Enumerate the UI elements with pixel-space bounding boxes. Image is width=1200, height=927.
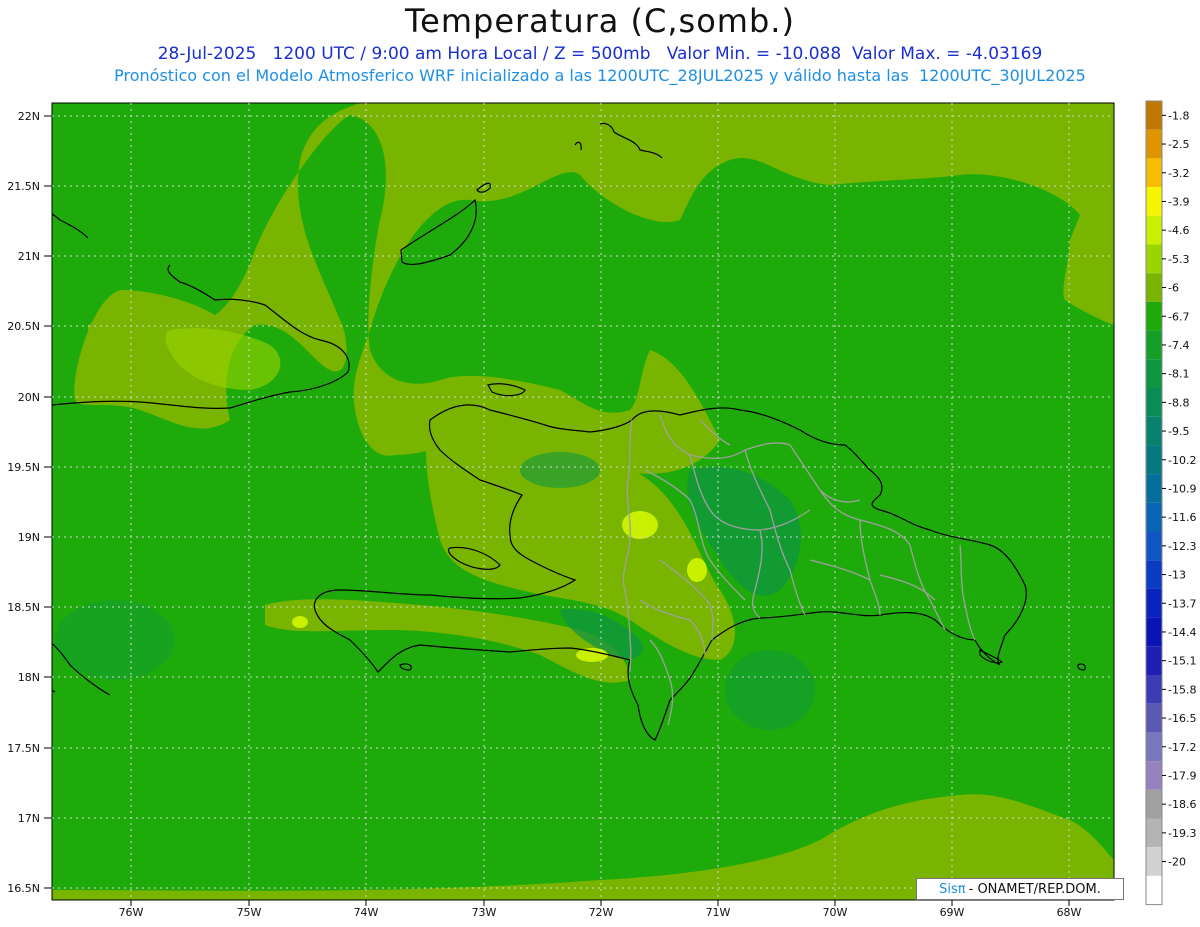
lat-label: 17.5N <box>7 742 40 755</box>
colorbar-swatch <box>1146 474 1162 503</box>
colorbar-swatch <box>1146 359 1162 388</box>
colorbar-label: -15.8 <box>1168 683 1196 696</box>
lon-label: 76W <box>119 906 144 919</box>
colorbar-swatch <box>1146 445 1162 475</box>
lat-label: 18.5N <box>7 601 40 614</box>
field-yellow-3 <box>576 648 608 662</box>
credit-sis: Sisπ <box>939 881 966 897</box>
colorbar-swatch <box>1146 789 1162 819</box>
colorbar-swatch <box>1146 158 1162 188</box>
field-warm-blob-e <box>813 380 873 440</box>
lat-label: 17N <box>18 812 40 825</box>
colorbar-label: -13.7 <box>1168 597 1196 610</box>
field-cool-blob-se <box>725 650 815 730</box>
lon-label: 68W <box>1057 906 1082 919</box>
lat-label: 19.5N <box>7 461 40 474</box>
colorbar-swatch <box>1146 416 1162 446</box>
colorbar-swatch <box>1146 588 1162 618</box>
colorbar-label: -4.6 <box>1168 224 1189 237</box>
colorbar-label: -17.9 <box>1168 769 1196 782</box>
subtitle-run-info: 28-Jul-2025 1200 UTC / 9:00 am Hora Loca… <box>157 44 1043 64</box>
colorbar-label: -12.3 <box>1168 540 1196 553</box>
lon-label: 69W <box>940 906 965 919</box>
lat-label: 21.5N <box>7 180 40 193</box>
colorbar-swatch <box>1146 818 1162 848</box>
colorbar-swatch <box>1146 560 1162 589</box>
colorbar-swatch <box>1146 301 1162 331</box>
lon-label: 70W <box>823 906 848 919</box>
colorbar-swatch <box>1146 703 1162 733</box>
colorbar-swatch <box>1146 273 1162 302</box>
colorbar-label: -9.5 <box>1168 425 1189 438</box>
colorbar-label: -16.5 <box>1168 712 1196 725</box>
lat-ticks <box>44 115 52 889</box>
colorbar-label: -8.8 <box>1168 396 1189 409</box>
colorbar-label: -19.3 <box>1168 827 1196 840</box>
colorbar-label: -15.1 <box>1168 655 1196 668</box>
colorbar-swatch <box>1146 101 1162 130</box>
colorbar-swatch <box>1146 502 1162 532</box>
colorbar-label: -20 <box>1168 856 1186 869</box>
lon-label: 72W <box>589 906 614 919</box>
field-warm-spot-cuba <box>88 322 104 334</box>
lat-label: 18N <box>18 671 40 684</box>
temperature-map: 22N 21.5N 21N 20.5N 20N 19.5N 19N 18.5N … <box>7 100 1196 919</box>
lat-label: 16.5N <box>7 882 40 895</box>
colorbar-swatch <box>1146 129 1162 159</box>
colorbar-label: -2.5 <box>1168 138 1189 151</box>
colorbar-label: -6.7 <box>1168 310 1189 323</box>
lon-label: 75W <box>237 906 262 919</box>
colorbar-label: -14.4 <box>1168 626 1196 639</box>
colorbar-swatch <box>1146 761 1162 790</box>
lat-axis: 22N 21.5N 21N 20.5N 20N 19.5N 19N 18.5N … <box>7 110 40 895</box>
lon-label: 74W <box>354 906 379 919</box>
colorbar-label: -3.2 <box>1168 167 1189 180</box>
lon-label: 71W <box>706 906 731 919</box>
subtitle-model-info: Pronóstico con el Modelo Atmosferico WRF… <box>114 66 1086 85</box>
colorbar-swatch <box>1146 388 1162 417</box>
colorbar-swatch <box>1146 847 1162 876</box>
lat-label: 20N <box>18 391 40 404</box>
field-yellow-4 <box>292 616 308 628</box>
field-yellow-1 <box>622 511 658 539</box>
colorbar-label: -6 <box>1168 282 1179 295</box>
colorbar-label: -5.3 <box>1168 253 1189 266</box>
colorbar-label: -17.2 <box>1168 741 1196 754</box>
colorbar-swatch <box>1146 675 1162 704</box>
colorbar-label: -10.9 <box>1168 482 1196 495</box>
lat-label: 21N <box>18 250 40 263</box>
colorbar-label: -1.8 <box>1168 109 1189 122</box>
colorbar-swatch <box>1146 617 1162 647</box>
colorbar: -1.8 -2.5 -3.2 -3.9 -4.6 -5.3 -6 -6.7 -7.4 -8.1 -8… <box>1145 100 1196 906</box>
colorbar-swatch <box>1146 646 1162 675</box>
colorbar-swatch <box>1146 531 1162 561</box>
colorbar-label: -7.4 <box>1168 339 1189 352</box>
colorbar-swatch <box>1146 244 1162 274</box>
colorbar-swatch <box>1146 215 1162 245</box>
lat-label: 22N <box>18 110 40 123</box>
temperature-field <box>52 103 1114 900</box>
field-yellow-2 <box>687 558 707 582</box>
lat-label: 19N <box>18 531 40 544</box>
colorbar-swatch <box>1146 187 1162 216</box>
credit-box: Sisπ - ONAMET/REP.DOM. <box>916 878 1124 900</box>
colorbar-label: -8.1 <box>1168 368 1189 381</box>
chart-title: Temperatura (C,somb.) <box>405 2 795 40</box>
lat-label: 20.5N <box>7 320 40 333</box>
field-warm-blob-ne <box>960 103 1100 127</box>
colorbar-label: -10.2 <box>1168 454 1196 467</box>
colorbar-swatch <box>1146 330 1162 360</box>
credit-onamet: - ONAMET/REP.DOM. <box>968 881 1101 897</box>
lon-axis: 76W 75W 74W 73W 72W 71W 70W 69W 68W <box>119 906 1082 919</box>
colorbar-swatch <box>1146 732 1162 762</box>
colorbar-label: -18.6 <box>1168 798 1196 811</box>
colorbar-label: -11.6 <box>1168 511 1196 524</box>
colorbar-swatch <box>1146 875 1162 905</box>
colorbar-label: -3.9 <box>1168 195 1189 208</box>
field-cool-north <box>520 452 600 488</box>
lon-label: 73W <box>472 906 497 919</box>
colorbar-label: -13 <box>1168 569 1186 582</box>
